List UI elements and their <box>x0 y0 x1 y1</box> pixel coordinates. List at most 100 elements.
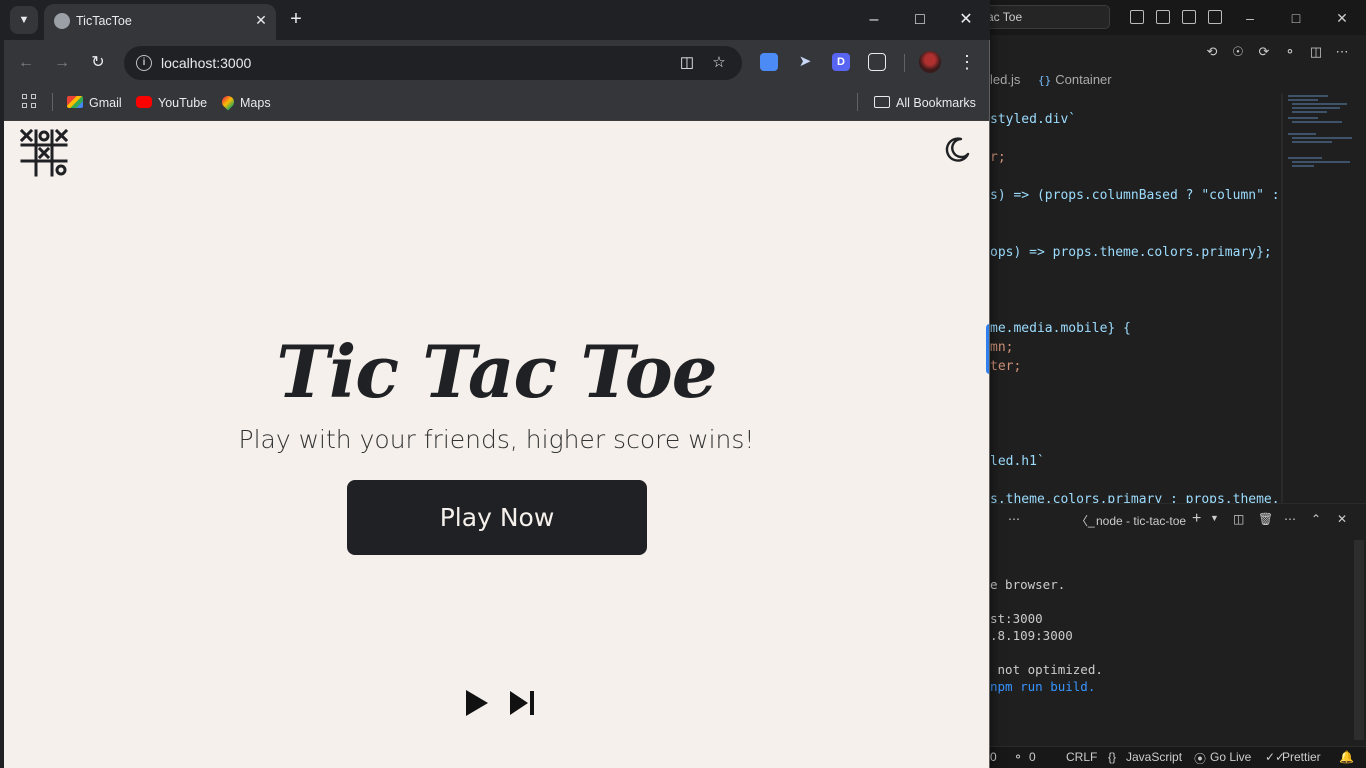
bookmarks-bar: Gmail YouTube Maps All Bookmarks <box>4 85 989 121</box>
code-line: mn; <box>990 340 1014 355</box>
close-tab-icon[interactable]: ✕ <box>252 11 270 29</box>
profile-avatar[interactable] <box>919 51 941 73</box>
status-language[interactable]: JavaScript <box>1126 750 1182 764</box>
breadcrumb: led.js {} Container <box>990 72 1112 92</box>
page-subtitle: Play with your friends, higher score win… <box>238 425 755 454</box>
youtube-icon <box>136 96 152 108</box>
panel-divider[interactable] <box>990 503 1366 504</box>
notifications-bell-icon[interactable]: 🔔 <box>1339 750 1354 764</box>
forward-button[interactable]: → <box>49 50 75 76</box>
status-prettier[interactable]: Prettier <box>1282 750 1321 764</box>
new-tab-button[interactable]: + <box>283 6 309 32</box>
go-forward-icon[interactable]: ⟳ <box>1256 44 1272 60</box>
status-go-live[interactable]: Go Live <box>1210 750 1251 764</box>
code-line: r; <box>990 150 1006 165</box>
terminal-line: npm run build. <box>990 679 1096 694</box>
terminal-more-icon[interactable]: ⋯ <box>1284 512 1296 526</box>
breadcrumb-symbol[interactable]: Container <box>1055 72 1111 87</box>
breadcrumb-file[interactable]: led.js <box>990 72 1020 87</box>
code-line: s.theme.colors.primary : props.theme.co <box>990 492 1280 503</box>
timeline-icon[interactable]: ☉ <box>1230 44 1246 60</box>
bookmark-star-icon[interactable]: ☆ <box>709 53 729 73</box>
go-back-icon[interactable]: ⟲ <box>1204 44 1220 60</box>
minimize-icon[interactable]: – <box>854 5 894 35</box>
panel-overflow-icon[interactable]: ⋯ <box>1008 512 1020 526</box>
bookmark-youtube[interactable]: YouTube <box>136 93 207 113</box>
terminal-line: e browser. <box>990 577 1066 592</box>
page-title: Tic Tac Toe <box>276 329 717 414</box>
close-panel-icon[interactable]: ✕ <box>1337 512 1347 526</box>
status-errors[interactable]: 0 <box>990 750 997 764</box>
source-control-icon[interactable]: ⚬ <box>1282 44 1298 60</box>
language-icon: {} <box>1108 750 1117 764</box>
apps-grid-icon[interactable] <box>22 94 38 110</box>
bookmark-maps[interactable]: Maps <box>219 93 271 113</box>
terminal-scrollbar[interactable] <box>1354 540 1364 740</box>
moon-icon[interactable] <box>942 135 972 165</box>
extension-d-icon[interactable]: D <box>832 53 850 71</box>
folder-icon <box>874 96 890 108</box>
status-ports[interactable]: 0 <box>1029 750 1036 764</box>
bookmark-label: Gmail <box>89 96 122 110</box>
play-now-button[interactable]: Play Now <box>347 480 647 555</box>
bookmark-gmail[interactable]: Gmail <box>67 93 122 113</box>
code-line: led.h1` <box>990 454 1045 469</box>
minimap[interactable] <box>1284 93 1356 503</box>
code-line: styled.div` <box>990 112 1077 127</box>
maximize-panel-icon[interactable]: ⌃ <box>1311 512 1321 526</box>
symbol-icon: {} <box>1037 74 1052 87</box>
command-center-search[interactable]: ac Toe <box>976 5 1110 29</box>
ports-icon: ⚬ <box>1013 750 1024 764</box>
vscode-close-icon[interactable]: ✕ <box>1332 8 1352 28</box>
all-bookmarks[interactable]: All Bookmarks <box>874 93 976 113</box>
close-window-icon[interactable]: ✕ <box>946 5 986 35</box>
bookmark-label: Maps <box>240 96 271 110</box>
toggle-secondary-sidebar-icon[interactable] <box>1182 10 1196 24</box>
code-editor[interactable]: styled.div` r; s) => (props.columnBased … <box>990 93 1280 503</box>
split-terminal-icon[interactable]: ◫ <box>1233 512 1244 526</box>
chrome-menu-icon[interactable]: ⋮ <box>957 49 977 75</box>
vscode-maximize-icon[interactable]: □ <box>1286 8 1306 28</box>
customize-layout-icon[interactable] <box>1208 10 1222 24</box>
status-eol[interactable]: CRLF <box>1066 750 1097 764</box>
code-line: s) => (props.columnBased ? "column" : <box>990 188 1280 203</box>
site-info-icon[interactable]: i <box>136 55 152 71</box>
extensions-puzzle-icon[interactable] <box>868 53 886 71</box>
reload-button[interactable]: ↻ <box>85 50 111 76</box>
terminal-output[interactable]: e browser. st:3000 .8.109:3000 not optim… <box>990 540 1366 740</box>
tictactoe-logo-icon[interactable] <box>20 129 68 177</box>
back-button[interactable]: ← <box>13 50 39 76</box>
maps-pin-icon <box>219 93 237 111</box>
terminal-title[interactable]: node - tic-tac-toe <box>1096 514 1186 528</box>
skip-next-icon[interactable] <box>508 690 536 716</box>
install-app-icon[interactable]: ◫ <box>677 53 697 73</box>
editor-toolbar: ⟲ ☉ ⟳ ⚬ ◫ ⋯ <box>990 38 1366 68</box>
editor-scrollbar[interactable] <box>1281 93 1283 503</box>
tab-strip: ▼ TicTacToe ✕ + – □ ✕ <box>0 0 990 40</box>
terminal-panel-header: ⋯ 〈_ node - tic-tac-toe + ▼ ◫ 🗑 ⋯ ⌃ ✕ <box>990 510 1366 532</box>
kill-terminal-icon[interactable]: 🗑 <box>1258 512 1273 526</box>
toggle-sidebar-icon[interactable] <box>1130 10 1144 24</box>
maximize-icon[interactable]: □ <box>900 5 940 35</box>
all-bookmarks-label: All Bookmarks <box>896 96 976 110</box>
new-terminal-icon[interactable]: + <box>1192 510 1201 528</box>
bookmark-label: YouTube <box>158 96 208 110</box>
code-line: ops) => props.theme.colors.primary}; <box>990 245 1272 260</box>
more-actions-icon[interactable]: ⋯ <box>1334 44 1350 60</box>
bookmarks-divider <box>52 93 53 111</box>
terminal-line: st:3000 <box>990 611 1043 626</box>
toggle-panel-icon[interactable] <box>1156 10 1170 24</box>
url-text[interactable]: localhost:3000 <box>161 55 251 71</box>
terminal-dropdown-icon[interactable]: ▼ <box>1210 513 1219 523</box>
toolbar-divider <box>904 54 905 72</box>
tab-search-button[interactable]: ▼ <box>10 6 38 34</box>
rocket-extension-icon[interactable]: ➤ <box>796 53 814 71</box>
tab-tictactoe[interactable]: TicTacToe ✕ <box>44 4 276 40</box>
extension-blue-icon[interactable] <box>760 53 778 71</box>
address-bar[interactable]: i localhost:3000 ◫ ☆ <box>124 46 742 80</box>
tab-title: TicTacToe <box>76 14 132 28</box>
code-line: me.media.mobile} { <box>990 321 1131 336</box>
play-icon[interactable] <box>464 688 490 718</box>
vscode-minimize-icon[interactable]: – <box>1240 8 1260 28</box>
split-editor-icon[interactable]: ◫ <box>1308 44 1324 60</box>
